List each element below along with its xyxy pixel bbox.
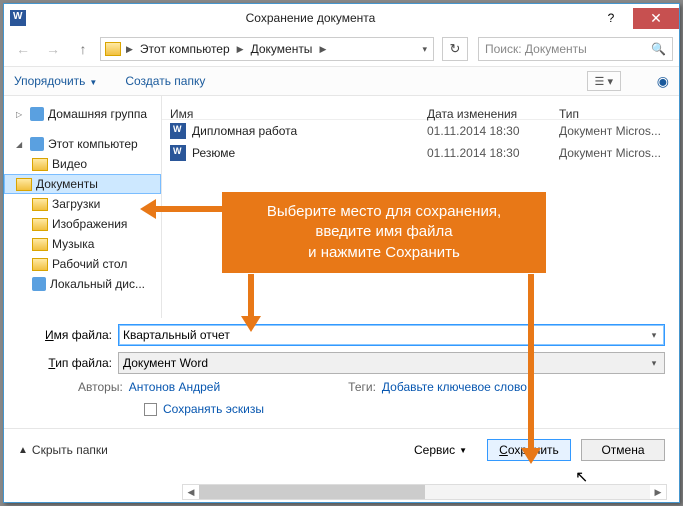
titlebar: Сохранение документа ? ✕ bbox=[4, 4, 679, 32]
up-button[interactable]: ↑ bbox=[70, 37, 96, 61]
file-type-select[interactable]: Документ Word ▾ bbox=[118, 352, 665, 374]
file-type-label: Тип файла: bbox=[26, 356, 118, 370]
col-type[interactable]: Тип bbox=[559, 107, 679, 121]
folder-icon bbox=[32, 158, 48, 171]
pc-icon bbox=[30, 137, 44, 151]
sidebar-item-videos[interactable]: Видео bbox=[4, 154, 161, 174]
refresh-button[interactable]: ↻ bbox=[442, 37, 468, 61]
chevron-right-icon[interactable]: ▶ bbox=[123, 44, 136, 55]
authors-label: Авторы: bbox=[78, 380, 123, 394]
sidebar-item-pictures[interactable]: Изображения bbox=[4, 214, 161, 234]
tags-label: Теги: bbox=[348, 380, 376, 394]
file-name-label: Имя файла: bbox=[26, 328, 118, 342]
arrow-annotation bbox=[244, 274, 258, 332]
folder-icon bbox=[16, 178, 32, 191]
chevron-down-icon[interactable]: ▾ bbox=[646, 327, 662, 343]
folder-icon bbox=[105, 42, 121, 56]
sidebar: ▷Домашняя группа ◢Этот компьютер Видео Д… bbox=[4, 96, 162, 318]
chevron-right-icon[interactable]: ▶ bbox=[234, 44, 247, 55]
sidebar-item-this-pc[interactable]: ◢Этот компьютер bbox=[4, 134, 161, 154]
file-name-input[interactable]: Квартальный отчет ▾ bbox=[118, 324, 665, 346]
sidebar-item-downloads[interactable]: Загрузки bbox=[4, 194, 161, 214]
sidebar-item-homegroup[interactable]: ▷Домашняя группа bbox=[4, 104, 161, 124]
folder-icon bbox=[32, 238, 48, 251]
sidebar-item-documents[interactable]: Документы bbox=[4, 174, 161, 194]
file-row[interactable]: Резюме 01.11.2014 18:30 Документ Micros.… bbox=[162, 142, 679, 164]
close-button[interactable]: ✕ bbox=[633, 8, 679, 29]
drive-icon bbox=[32, 277, 46, 291]
word-file-icon bbox=[170, 145, 186, 161]
view-options-button[interactable]: ☰ ▾ bbox=[587, 71, 621, 91]
service-menu[interactable]: Сервис▼ bbox=[414, 443, 467, 457]
search-placeholder: Поиск: Документы bbox=[485, 42, 587, 56]
sidebar-item-local-disk[interactable]: Локальный дис... bbox=[4, 274, 161, 294]
homegroup-icon bbox=[30, 107, 44, 121]
folder-icon bbox=[32, 198, 48, 211]
footer: ▲Скрыть папки Сервис▼ Сохранить Отмена bbox=[4, 428, 679, 461]
navbar: ← → ↑ ▶ Этот компьютер ▶ Документы ▶ ▾ ↻… bbox=[4, 32, 679, 66]
folder-icon bbox=[32, 218, 48, 231]
hide-folders-button[interactable]: ▲Скрыть папки bbox=[18, 443, 108, 457]
cancel-button[interactable]: Отмена bbox=[581, 439, 665, 461]
save-thumbnail-checkbox[interactable] bbox=[144, 403, 157, 416]
chevron-down-icon[interactable]: ▾ bbox=[419, 44, 433, 55]
scroll-left-button[interactable]: ◀ bbox=[183, 485, 199, 499]
chevron-down-icon[interactable]: ▾ bbox=[646, 355, 662, 371]
column-headers[interactable]: Имя Дата изменения Тип bbox=[162, 96, 679, 120]
col-name[interactable]: Имя bbox=[162, 107, 427, 121]
path-segment[interactable]: Этот компьютер bbox=[136, 42, 234, 56]
chevron-right-icon[interactable]: ▶ bbox=[316, 44, 329, 55]
sidebar-item-desktop[interactable]: Рабочий стол bbox=[4, 254, 161, 274]
new-folder-button[interactable]: Создать папку bbox=[125, 74, 205, 88]
word-icon bbox=[10, 10, 26, 26]
word-file-icon bbox=[170, 123, 186, 139]
forward-button[interactable]: → bbox=[40, 37, 66, 61]
address-bar[interactable]: ▶ Этот компьютер ▶ Документы ▶ ▾ bbox=[100, 37, 434, 61]
folder-icon bbox=[32, 258, 48, 271]
authors-value[interactable]: Антонов Андрей bbox=[129, 380, 220, 394]
search-icon: 🔍 bbox=[651, 42, 666, 56]
callout: Выберите место для сохранения, введите и… bbox=[222, 192, 546, 273]
search-input[interactable]: Поиск: Документы 🔍 bbox=[478, 37, 673, 61]
arrow-annotation bbox=[524, 274, 538, 464]
help-icon[interactable]: ◉ bbox=[657, 73, 669, 90]
back-button[interactable]: ← bbox=[10, 37, 36, 61]
save-form: Имя файла: Квартальный отчет ▾ Тип файла… bbox=[4, 318, 679, 416]
path-segment[interactable]: Документы bbox=[247, 42, 317, 56]
col-date[interactable]: Дата изменения bbox=[427, 107, 559, 121]
sidebar-item-music[interactable]: Музыка bbox=[4, 234, 161, 254]
toolbar: Упорядочить▼ Создать папку ☰ ▾ ◉ bbox=[4, 66, 679, 96]
file-row[interactable]: Дипломная работа 01.11.2014 18:30 Докуме… bbox=[162, 120, 679, 142]
organize-menu[interactable]: Упорядочить▼ bbox=[14, 74, 97, 88]
tags-value[interactable]: Добавьте ключевое слово bbox=[382, 380, 527, 394]
horizontal-scrollbar[interactable]: ◀ ▶ bbox=[182, 484, 667, 500]
window-title: Сохранение документа bbox=[32, 11, 589, 25]
help-button[interactable]: ? bbox=[589, 8, 633, 29]
arrow-annotation bbox=[140, 202, 222, 216]
scroll-thumb[interactable] bbox=[199, 485, 425, 499]
save-thumbnail-label: Сохранять эскизы bbox=[163, 402, 264, 416]
scroll-right-button[interactable]: ▶ bbox=[650, 485, 666, 499]
